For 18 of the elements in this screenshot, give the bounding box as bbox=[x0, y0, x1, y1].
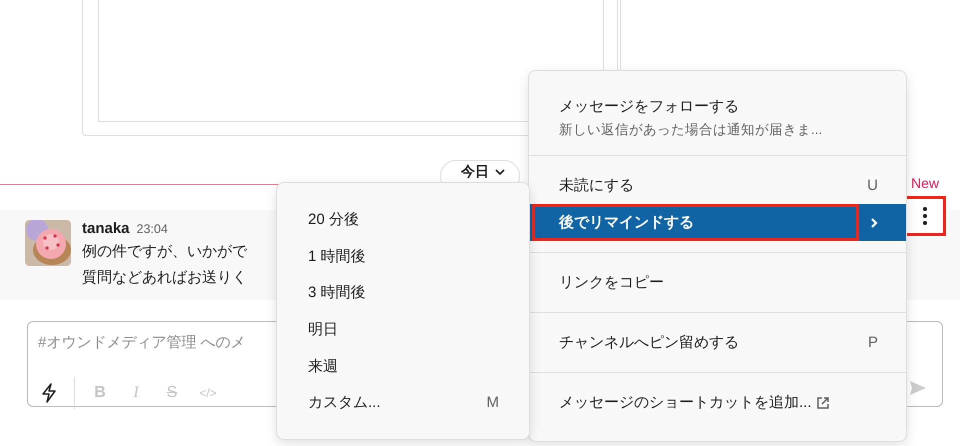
menu-item-label: リンクをコピー bbox=[559, 273, 664, 292]
menu-item-label: カスタム... bbox=[308, 393, 381, 412]
menu-item-label: 未読にする bbox=[559, 176, 634, 195]
menu-item-label: メッセージのショートカットを追加... bbox=[559, 393, 812, 412]
menu-item-label: 3 時間後 bbox=[308, 283, 366, 302]
shortcut-key: M bbox=[486, 394, 499, 412]
menu-item-label: 20 分後 bbox=[308, 210, 359, 229]
menu-item-label: チャンネルへピン留めする bbox=[559, 333, 739, 352]
menu-item-label: 来週 bbox=[308, 356, 338, 376]
menu-item-label: 明日 bbox=[308, 320, 338, 339]
menu-item-description: 新しい返信があった場合は通知が届きま... bbox=[559, 121, 822, 139]
menu-item-label: 1 時間後 bbox=[308, 246, 366, 266]
menu-item-label: 後でリマインドする bbox=[559, 213, 694, 232]
message-text: 質問などあればお送りく bbox=[82, 268, 247, 288]
shortcut-key: U bbox=[867, 177, 878, 194]
new-label: New bbox=[911, 175, 940, 191]
shortcut-key: P bbox=[868, 334, 878, 351]
message-text: 例の件ですが、いかがで bbox=[82, 242, 247, 262]
